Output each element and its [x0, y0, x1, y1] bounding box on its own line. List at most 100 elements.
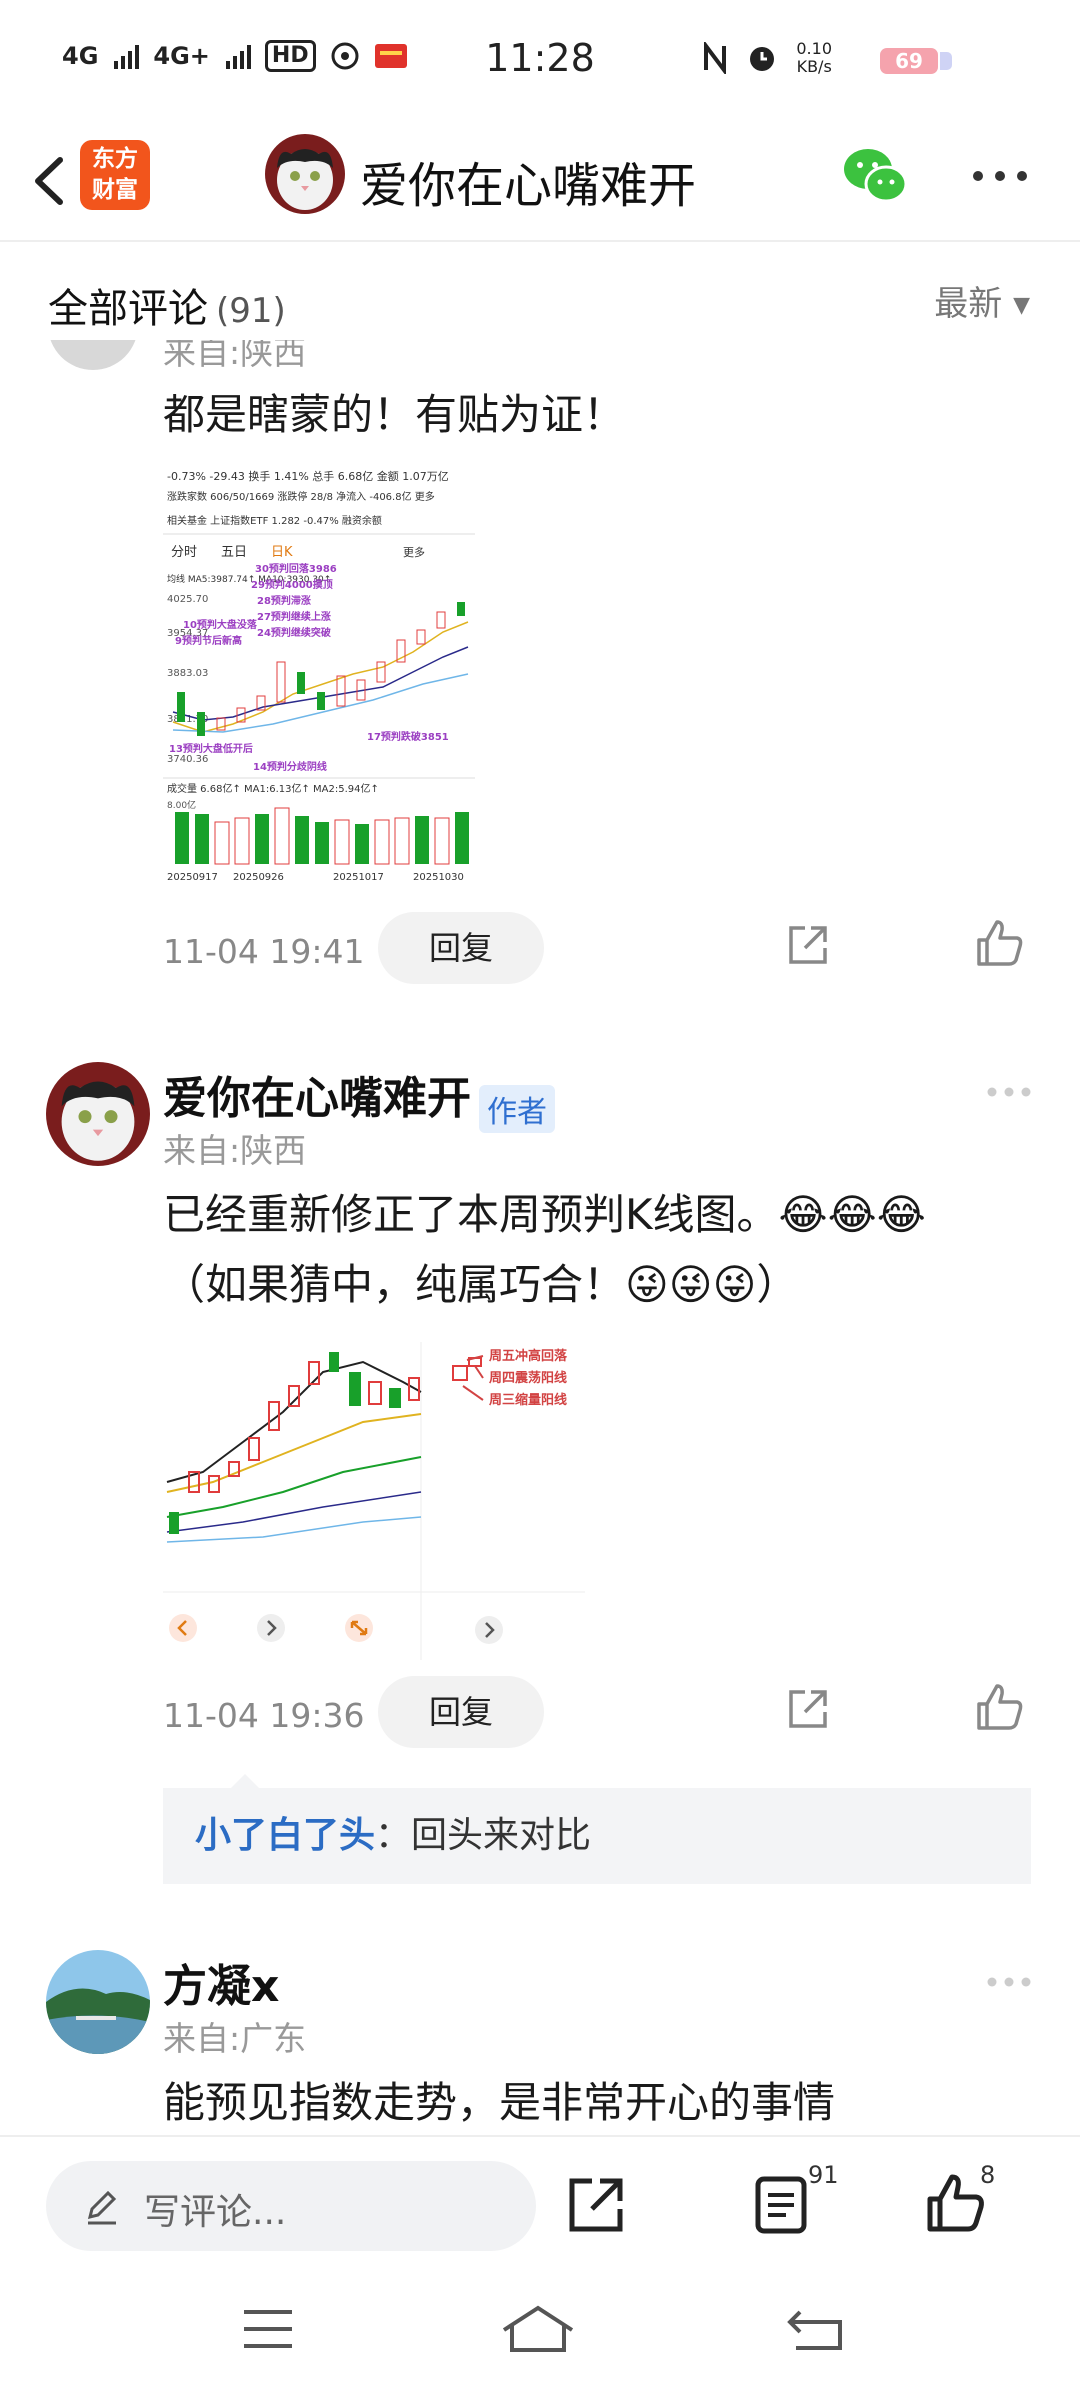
kline-chart-svg: -0.73% -29.43 换手 1.41% 总手 6.68亿 金额 1.07万… — [163, 462, 475, 886]
more-options-icon[interactable] — [986, 1086, 1032, 1098]
forecast-note-2: 周四震荡阳线 — [489, 1370, 567, 1386]
home-icon[interactable] — [500, 2304, 576, 2354]
comment-text: 能预见指数走势，是非常开心的事情 — [163, 2078, 836, 2127]
annotation-3: 27预判继续上涨 — [257, 610, 331, 623]
chart-stats-line3: 相关基金 上证指数ETF 1.282 -0.47% 融资余额 — [167, 514, 382, 527]
app-logo-line2: 财富 — [92, 177, 138, 203]
date-tick-2: 20251017 — [333, 872, 384, 883]
menu-icon[interactable] — [240, 2306, 296, 2352]
write-comment-input[interactable]: 写评论... — [46, 2161, 536, 2251]
wechat-share-icon[interactable] — [842, 146, 908, 204]
annotation-4: 24预判继续突破 — [257, 626, 331, 639]
system-nav-bar — [0, 2270, 1080, 2400]
chart-stats-line1: -0.73% -29.43 换手 1.41% 总手 6.68亿 金额 1.07万… — [167, 469, 449, 483]
top-nav: 东方 财富 爱你在心嘴难开 — [0, 120, 1080, 242]
comments-icon[interactable] — [752, 2175, 812, 2235]
chart-stats-line2: 涨跌家数 606/50/1669 涨跌停 28/8 净流入 -406.8亿 更多 — [167, 490, 435, 503]
sort-dropdown[interactable]: 最新 ▼ — [934, 276, 1030, 325]
forecast-note-1: 周五冲高回落 — [489, 1348, 568, 1364]
app-logo-line1: 东方 — [92, 146, 138, 172]
annotation-0: 30预判回落3986 — [255, 562, 337, 575]
net-speed-value: 0.10 — [796, 39, 832, 58]
comment-1-actions: 11-04 19:41 回复 — [0, 912, 1080, 992]
write-comment-placeholder: 写评论... — [144, 2192, 287, 2233]
sort-label: 最新 — [934, 284, 1003, 324]
price-tick-2: 3883.03 — [167, 668, 208, 679]
caret-down-icon: ▼ — [1013, 293, 1030, 318]
sub-reply-user[interactable]: 小了白了头 — [195, 1815, 375, 1856]
comment-2-header: 爱你在心嘴难开 作者 — [163, 1062, 555, 1133]
like-icon[interactable] — [926, 2173, 986, 2233]
annotation-9: 17预判跌破3851 — [367, 730, 449, 743]
reply-button[interactable]: 回复 — [378, 912, 544, 984]
forecast-note-3: 周三缩量阳线 — [489, 1392, 567, 1408]
date-tick-0: 20250917 — [167, 872, 218, 883]
battery-icon: 69 — [880, 48, 952, 74]
back-icon[interactable] — [22, 146, 82, 216]
comment-text-line2: （如果猜中，纯属巧合！😜😜😜） — [163, 1260, 799, 1309]
avatar[interactable] — [46, 1950, 150, 2054]
comment-1-cut-header: 来自:陕西 — [0, 340, 1080, 370]
back-nav-icon[interactable] — [786, 2304, 846, 2354]
author-avatar[interactable] — [265, 134, 345, 214]
volume-max-label: 8.00亿 — [167, 799, 196, 811]
comments-title-text: 全部评论 — [48, 286, 208, 332]
comment-text-line1: 已经重新修正了本周预判K线图。😂😂😂 — [163, 1190, 926, 1239]
like-icon[interactable] — [975, 918, 1025, 968]
avatar — [48, 340, 138, 370]
comment-location: 来自:广东 — [163, 2019, 307, 2058]
price-tick-4: 3740.36 — [167, 754, 208, 765]
comment-2-actions: 11-04 19:36 回复 — [0, 1676, 1080, 1756]
net-speed-unit: KB/s — [796, 57, 832, 76]
comment-image-kline-chart[interactable]: -0.73% -29.43 换手 1.41% 总手 6.68亿 金额 1.07万… — [163, 462, 475, 886]
avatar[interactable] — [46, 1062, 150, 1166]
comment-count: 91 — [808, 2161, 839, 2189]
more-options-icon[interactable] — [986, 1976, 1032, 1988]
price-tick-0: 4025.70 — [167, 594, 208, 605]
app-logo[interactable]: 东方 财富 — [80, 140, 150, 210]
date-tick-3: 20251030 — [413, 872, 464, 883]
like-icon[interactable] — [975, 1682, 1025, 1732]
share-icon[interactable] — [785, 1686, 831, 1732]
comment-image-kline-forecast[interactable]: 周五冲高回落 周四震荡阳线 周三缩量阳线 — [163, 1342, 585, 1660]
share-icon[interactable] — [566, 2175, 626, 2235]
comments-count: (91) — [216, 291, 286, 331]
comments-header: 全部评论 (91) 最新 ▼ — [0, 242, 1080, 352]
chart-tab-2: 日K — [271, 545, 293, 560]
cat-avatar-image — [46, 1062, 150, 1166]
comments-title: 全部评论 (91) — [48, 276, 286, 334]
sub-reply[interactable]: 小了白了头：回头来对比 — [163, 1774, 1031, 1884]
net-speed: 0.10 KB/s — [796, 40, 832, 76]
share-icon[interactable] — [785, 922, 831, 968]
forecast-chart-svg: 周五冲高回落 周四震荡阳线 周三缩量阳线 — [163, 1342, 585, 1660]
annotation-2: 28预判滞涨 — [257, 594, 311, 607]
landscape-avatar-image — [46, 1950, 150, 2054]
nfc-icon — [704, 42, 727, 74]
date-tick-1: 20250926 — [233, 872, 284, 883]
more-options-icon[interactable] — [972, 170, 1028, 182]
comment-location: 来自:陕西 — [163, 1131, 307, 1170]
annotation-8: 14预判分歧阴线 — [253, 760, 327, 773]
annotation-6: 9预判节后新高 — [175, 634, 242, 647]
alarm-icon — [750, 47, 775, 71]
reply-button[interactable]: 回复 — [378, 1676, 544, 1748]
author-badge: 作者 — [479, 1084, 555, 1133]
annotation-5: 10预判大盘没落 — [183, 618, 258, 631]
chart-tab-1: 五日 — [221, 545, 247, 560]
annotation-7: 13预判大盘低开后 — [169, 742, 253, 755]
forecast-annotations: 周五冲高回落 周四震荡阳线 周三缩量阳线 — [489, 1348, 568, 1408]
page-title: 爱你在心嘴难开 — [360, 158, 697, 214]
user-name[interactable]: 方凝x — [163, 1950, 279, 2014]
pencil-icon — [87, 2190, 117, 2225]
comment-location: 来自:陕西 — [163, 340, 307, 370]
status-bar: 4G 4G+ HD 11:28 0.10 KB/s 69 — [0, 0, 1080, 120]
volume-label: 成交量 6.68亿↑ MA1:6.13亿↑ MA2:5.94亿↑ — [167, 782, 379, 795]
annotation-1: 29预判4000摸顶 — [251, 578, 333, 591]
chart-tab-3: 更多 — [403, 545, 425, 559]
sub-reply-text: ：回头来对比 — [375, 1815, 592, 1856]
chart-tab-0: 分时 — [171, 545, 197, 560]
user-name[interactable]: 爱你在心嘴难开 — [163, 1073, 471, 1124]
comment-text: 都是瞎蒙的！有贴为证！ — [163, 390, 626, 439]
comment-time: 11-04 19:36 — [163, 1696, 365, 1735]
cat-avatar-image — [265, 134, 345, 214]
